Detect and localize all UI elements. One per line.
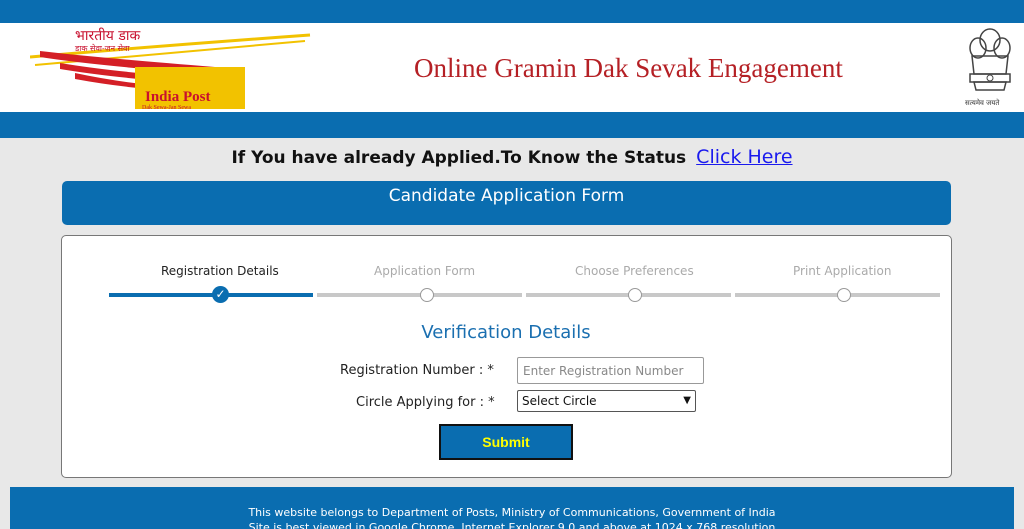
logo-name: India Post xyxy=(145,89,211,105)
step-label-preferences: Choose Preferences xyxy=(575,264,694,278)
footer-line-1: This website belongs to Department of Po… xyxy=(248,506,776,519)
registration-number-input[interactable] xyxy=(517,357,704,384)
form-banner: Candidate Application Form xyxy=(62,181,951,225)
step-pending-circle-icon xyxy=(628,288,642,302)
logo-hindi-subtext: डाक सेवा-जन सेवा xyxy=(75,44,130,53)
site-footer: This website belongs to Department of Po… xyxy=(10,487,1014,529)
site-title: Online Gramin Dak Sevak Engagement xyxy=(414,53,843,83)
circle-select[interactable]: Select Circle ▼ xyxy=(517,390,696,412)
step-pending-circle-icon xyxy=(837,288,851,302)
submit-button[interactable]: Submit xyxy=(439,424,573,460)
emblem-motto: सत्यमेव जयते xyxy=(965,99,1000,107)
step-label-application: Application Form xyxy=(374,264,476,278)
form-banner-title: Candidate Application Form xyxy=(388,186,625,206)
step-complete-check-icon: ✓ xyxy=(212,286,229,303)
top-bar xyxy=(0,0,1024,23)
logo-tagline: Dak Sewa-Jan Sewa xyxy=(142,105,191,111)
site-header: भारतीय डाक डाक सेवा-जन सेवा India Post D… xyxy=(0,23,1024,112)
step-pending-circle-icon xyxy=(420,288,434,302)
step-progress-line-1 xyxy=(109,293,313,297)
status-prompt: If You have already Applied.To Know the … xyxy=(0,146,1024,168)
click-here-link[interactable]: Click Here xyxy=(696,146,792,168)
step-label-print: Print Application xyxy=(793,264,892,278)
header-sub-bar xyxy=(0,112,1024,138)
chevron-down-icon: ▼ xyxy=(683,395,691,406)
circle-select-value: Select Circle xyxy=(522,394,597,408)
step-label-registration: Registration Details xyxy=(161,264,279,278)
national-emblem-icon xyxy=(964,26,1016,110)
verification-title: Verification Details xyxy=(421,322,591,343)
footer-line-2: Site is best viewed in Google Chrome, In… xyxy=(248,521,776,529)
registration-number-label: Registration Number : * xyxy=(340,363,494,378)
status-text: If You have already Applied.To Know the … xyxy=(231,148,687,168)
circle-label: Circle Applying for : * xyxy=(356,395,495,410)
india-post-logo[interactable]: भारतीय डाक डाक सेवा-जन सेवा India Post D… xyxy=(29,27,320,111)
logo-hindi-text: भारतीय डाक xyxy=(75,28,141,44)
